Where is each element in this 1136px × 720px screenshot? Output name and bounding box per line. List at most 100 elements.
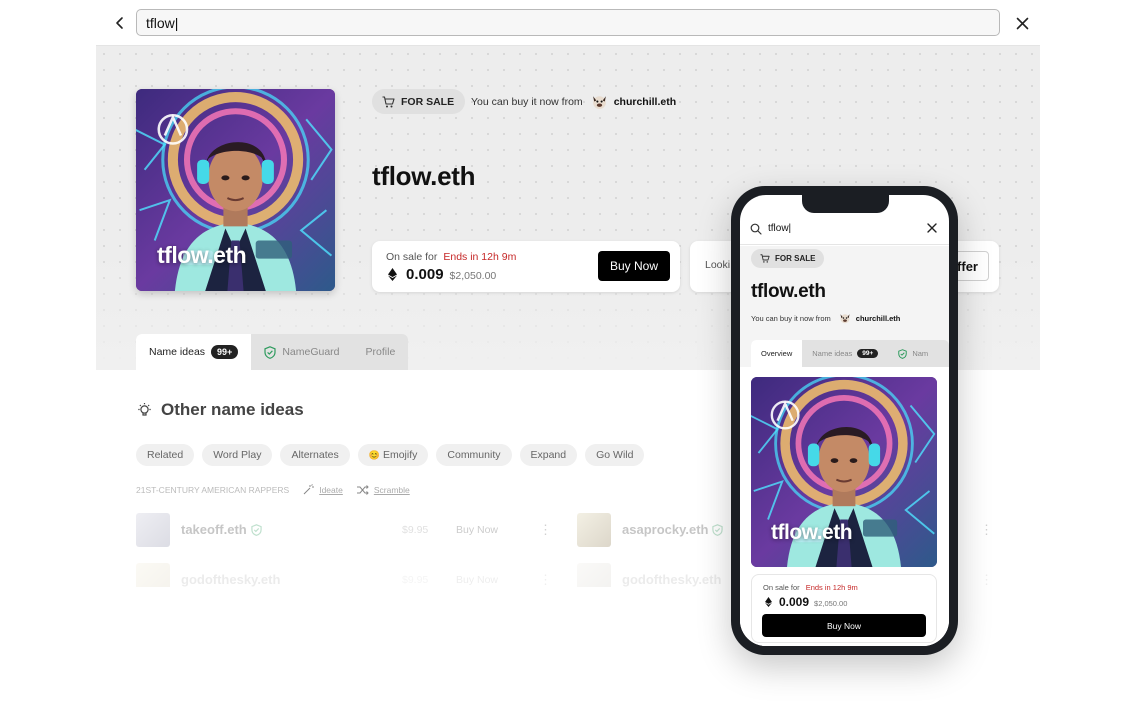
for-sale-badge: FOR SALE (751, 249, 825, 268)
tab-profile[interactable]: Profile (353, 334, 409, 370)
seller-name: churchill.eth (613, 95, 677, 108)
listing-card: On sale for Ends in 12h 9m 0.009 $2,050.0… (751, 574, 937, 643)
price-line: 0.009 $2,050.00 (765, 595, 847, 609)
scramble-label: Scramble (373, 484, 410, 495)
offer-text: Looki (705, 259, 731, 271)
search-icon (750, 223, 762, 235)
result-buy-button[interactable]: Buy Now (456, 574, 498, 586)
result-thumbnail (136, 513, 170, 547)
mobile-content: FOR SALE tflow.eth You can buy it now fr… (740, 246, 949, 646)
result-name-text: godofthesky.eth (181, 572, 281, 587)
bulldog-avatar-icon (840, 314, 850, 324)
for-sale-label: FOR SALE (401, 95, 455, 108)
price-line: 0.009 $2,050.00 (388, 266, 496, 283)
idea-filter-chips: Related Word Play Alternates 😊 Emojify Co… (136, 444, 645, 466)
close-icon[interactable] (926, 222, 938, 234)
tab-label: NameGuard (282, 346, 340, 358)
list-item[interactable]: takeoff.eth $9.95 Buy Now ⋮ (136, 513, 552, 549)
listing-card: On sale for Ends in 12h 9m 0.009 $2,050.0… (372, 241, 680, 292)
buy-now-button[interactable]: Buy Now (598, 251, 670, 281)
shield-check-icon (898, 348, 908, 359)
tab-label: Overview (761, 349, 793, 358)
for-sale-label: FOR SALE (775, 254, 816, 263)
profile-tabs: Name ideas 99+ NameGuard Profile (136, 334, 409, 370)
on-sale-label: On sale for (386, 251, 438, 263)
mobile-page-title: tflow.eth (751, 281, 826, 302)
chip-related[interactable]: Related (136, 444, 195, 466)
result-thumbnail (577, 563, 611, 587)
result-price: $9.95 (402, 574, 429, 586)
price-eth: 0.009 (779, 595, 810, 609)
tab-overview[interactable]: Overview (751, 340, 803, 367)
buy-from-line: You can buy it now from churchill.eth (751, 312, 900, 324)
chip-community[interactable]: Community (436, 444, 512, 466)
chip-alternates[interactable]: Alternates (280, 444, 350, 466)
page-title: tflow.eth (372, 161, 476, 191)
more-options-icon[interactable]: ⋮ (539, 572, 550, 587)
tab-name-ideas[interactable]: Name ideas 99+ (802, 340, 888, 367)
shuffle-icon (356, 484, 369, 495)
top-search-bar (96, 0, 1040, 46)
chip-go-wild[interactable]: Go Wild (585, 444, 645, 466)
sale-countdown: Ends in 12h 9m (443, 251, 517, 263)
result-thumbnail (136, 563, 170, 587)
buy-from-line: You can buy it now from churchill.eth (471, 93, 676, 110)
mobile-search-input[interactable] (768, 220, 908, 236)
name-avatar-image: tflow.eth (136, 89, 335, 291)
count-badge: 99+ (211, 345, 239, 359)
bulldog-avatar-icon (592, 96, 606, 109)
more-options-icon[interactable]: ⋮ (980, 522, 993, 538)
result-buy-button[interactable]: Buy Now (456, 524, 498, 536)
seller-link[interactable]: churchill.eth (839, 312, 900, 324)
lightbulb-icon (138, 402, 151, 416)
chip-word-play[interactable]: Word Play (202, 444, 273, 466)
mobile-search-bar (740, 211, 949, 245)
sale-countdown: Ends in 12h 9m (805, 583, 858, 592)
mobile-screen: FOR SALE tflow.eth You can buy it now fr… (740, 195, 949, 646)
mobile-overview-panel: tflow.eth On sale for Ends in 12h 9m 0.00… (740, 367, 949, 646)
buy-now-button[interactable]: Buy Now (762, 614, 926, 637)
sparkle-wand-icon (303, 484, 315, 495)
on-sale-label: On sale for (763, 583, 800, 592)
chip-emojify[interactable]: 😊 Emojify (357, 444, 429, 466)
section-header: Other name ideas (136, 400, 304, 420)
more-options-icon[interactable]: ⋮ (980, 572, 991, 587)
shield-check-icon (712, 523, 724, 536)
device-notch (802, 195, 889, 213)
tab-label: Name ideas (812, 349, 853, 358)
count-badge: 99+ (857, 349, 879, 358)
scramble-link[interactable]: Scramble (356, 484, 410, 495)
tab-label: Profile (365, 346, 396, 358)
search-input[interactable] (137, 10, 999, 35)
mobile-tabs: Overview Name ideas 99+ Nam (751, 340, 949, 367)
list-item[interactable]: godofthesky.eth $9.95 Buy Now ⋮ (136, 563, 550, 587)
name-avatar-image: tflow.eth (751, 377, 937, 567)
tab-label: Name ideas (149, 346, 206, 358)
chip-label: Emojify (382, 449, 418, 461)
result-name-text: asaprocky.eth (622, 522, 709, 537)
buy-from-text: You can buy it now from (471, 95, 583, 108)
sale-status: On sale for Ends in 12h 9m (386, 251, 516, 263)
tab-nameguard[interactable]: NameGuard (251, 334, 352, 370)
more-options-icon[interactable]: ⋮ (539, 522, 552, 538)
result-thumbnail (577, 513, 611, 547)
avatar-name-label: tflow.eth (157, 242, 247, 268)
back-arrow-icon[interactable] (108, 11, 132, 35)
chip-expand[interactable]: Expand (519, 444, 578, 466)
result-price: $9.95 (402, 524, 429, 536)
close-icon[interactable] (1010, 11, 1034, 35)
tab-label: Nam (912, 349, 929, 358)
section-title: Other name ideas (161, 400, 304, 419)
seller-link[interactable]: churchill.eth (591, 93, 676, 110)
price-usd: $2,050.00 (449, 270, 497, 282)
tab-name-ideas[interactable]: Name ideas 99+ (136, 334, 252, 370)
search-field[interactable] (136, 9, 1000, 36)
cart-icon (760, 254, 770, 263)
tab-nameguard[interactable]: Nam (888, 340, 938, 367)
mobile-device-frame: FOR SALE tflow.eth You can buy it now fr… (731, 186, 958, 655)
buy-from-text: You can buy it now from (751, 313, 831, 323)
price-eth: 0.009 (406, 266, 444, 283)
ideate-link[interactable]: Ideate (303, 484, 343, 495)
shield-check-icon (264, 345, 276, 359)
ideas-meta-row: 21ST-CENTURY AMERICAN RAPPERS Ideate Scr… (136, 484, 410, 495)
